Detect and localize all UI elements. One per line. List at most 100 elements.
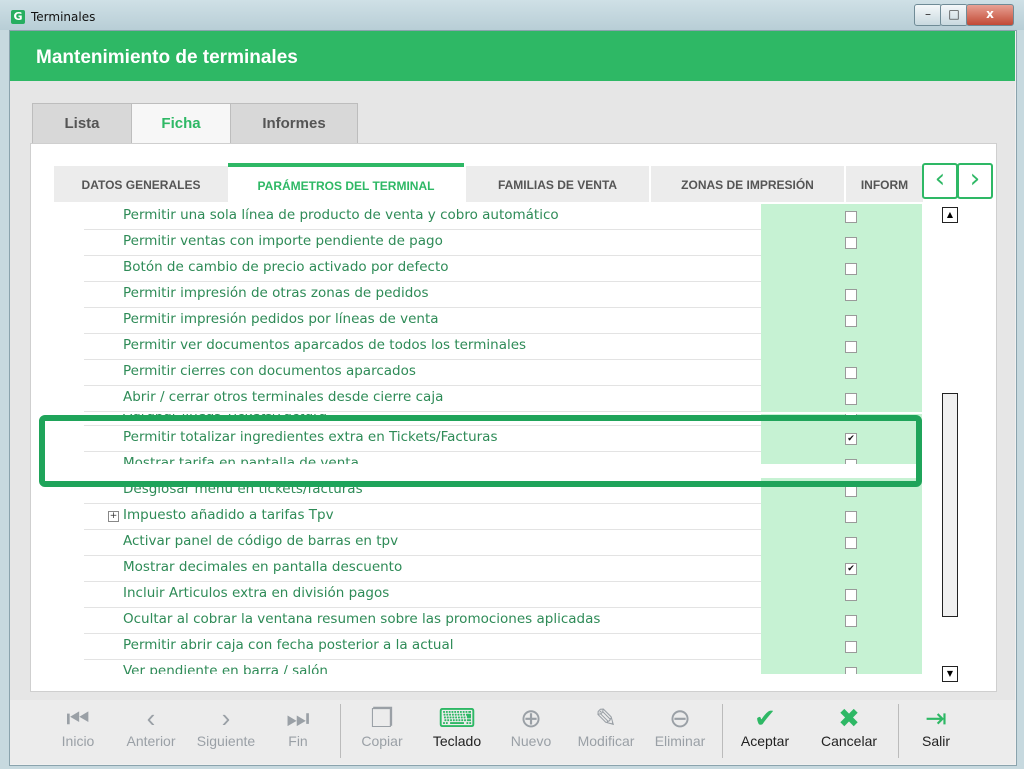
exit-icon: ⇥ bbox=[925, 703, 947, 733]
row-checkbox[interactable] bbox=[845, 341, 857, 353]
row-label: Ver pendiente en barra / salón bbox=[123, 663, 328, 679]
table-row: + Impuesto añadido a tarifas Tpv bbox=[84, 504, 922, 530]
row-label: Abrir / cerrar otros terminales desde ci… bbox=[123, 389, 444, 405]
row-checkbox[interactable] bbox=[845, 589, 857, 601]
row-label: Permitir ventas con importe pendiente de… bbox=[123, 233, 443, 249]
row-checkbox[interactable] bbox=[845, 263, 857, 275]
table-row: Permitir una sola línea de producto de v… bbox=[84, 204, 922, 230]
row-label: Activar panel de código de barras en tpv bbox=[123, 533, 399, 549]
copy-icon: ❐ bbox=[370, 703, 394, 733]
main-content: Lista Ficha Informes DATOS GENERALES PAR… bbox=[10, 81, 1015, 700]
subtab-familias-venta[interactable]: FAMILIAS DE VENTA bbox=[466, 166, 649, 202]
row-checkbox[interactable] bbox=[845, 511, 857, 523]
checkmark-icon: ✔ bbox=[754, 703, 776, 733]
subtab-next-icon[interactable]: › bbox=[957, 163, 993, 199]
row-checkbox[interactable] bbox=[845, 615, 857, 627]
subtab-zonas-impresion[interactable]: ZONAS DE IMPRESIÓN bbox=[651, 166, 844, 202]
page-title: Mantenimiento de terminales bbox=[36, 47, 298, 68]
edit-icon: ✎ bbox=[595, 703, 617, 733]
maximize-button[interactable]: □ bbox=[940, 4, 968, 26]
highlight-annotation bbox=[39, 415, 922, 487]
minimize-button[interactable]: – bbox=[914, 4, 942, 26]
row-checkbox[interactable] bbox=[845, 315, 857, 327]
window-title: Terminales bbox=[31, 10, 96, 24]
table-row: Permitir abrir caja con fecha posterior … bbox=[84, 634, 922, 660]
title-bar: G Terminales – □ x bbox=[0, 0, 1024, 30]
table-row: Botón de cambio de precio activado por d… bbox=[84, 256, 922, 282]
subtab-informes[interactable]: INFORM bbox=[846, 166, 923, 202]
copiar-button[interactable]: ❐ Copiar bbox=[350, 700, 414, 764]
row-label: Permitir impresión de otras zonas de ped… bbox=[123, 285, 429, 301]
close-button[interactable]: x bbox=[966, 4, 1014, 26]
fin-button[interactable]: ⏭ Fin bbox=[270, 700, 326, 764]
table-row: Permitir impresión pedidos por líneas de… bbox=[84, 308, 922, 334]
row-checkbox[interactable] bbox=[845, 393, 857, 405]
subtab-prev-icon[interactable]: ‹ bbox=[922, 163, 958, 199]
row-value-cell: ✔ bbox=[761, 556, 922, 582]
table-row: Abrir / cerrar otros terminales desde ci… bbox=[84, 386, 922, 412]
row-value-cell bbox=[761, 386, 922, 412]
row-value-cell bbox=[761, 582, 922, 608]
row-value-cell bbox=[761, 504, 922, 530]
scroll-up-icon[interactable]: ▲ bbox=[942, 207, 958, 223]
bottom-toolbar: ⏮ Inicio ‹ Anterior › Siguiente ⏭ Fin ❐ … bbox=[10, 700, 1015, 764]
table-row: Permitir ventas con importe pendiente de… bbox=[84, 230, 922, 256]
row-value-cell bbox=[761, 530, 922, 556]
tab-lista[interactable]: Lista bbox=[32, 103, 132, 144]
table-row: Activar panel de código de barras en tpv bbox=[84, 530, 922, 556]
siguiente-button[interactable]: › Siguiente bbox=[188, 700, 264, 764]
subtab-datos-generales[interactable]: DATOS GENERALES bbox=[54, 166, 228, 202]
row-checkbox[interactable] bbox=[845, 211, 857, 223]
aceptar-button[interactable]: ✔ Aceptar bbox=[732, 700, 798, 764]
eliminar-button[interactable]: ⊖ Eliminar bbox=[648, 700, 712, 764]
row-value-cell bbox=[761, 660, 922, 674]
page-header: Mantenimiento de terminales bbox=[10, 31, 1015, 81]
modificar-button[interactable]: ✎ Modificar bbox=[570, 700, 642, 764]
row-label: Permitir abrir caja con fecha posterior … bbox=[123, 637, 454, 653]
row-checkbox[interactable] bbox=[845, 667, 857, 674]
row-label: Incluir Articulos extra en división pago… bbox=[123, 585, 390, 601]
salir-button[interactable]: ⇥ Salir bbox=[912, 700, 960, 764]
row-value-cell bbox=[761, 608, 922, 634]
terminales-window: G Terminales – □ x Mantenimiento de term… bbox=[0, 0, 1024, 769]
scroll-down-icon[interactable]: ▼ bbox=[942, 666, 958, 682]
teclado-button[interactable]: ⌨ Teclado bbox=[424, 700, 490, 764]
table-row: Permitir ver documentos aparcados de tod… bbox=[84, 334, 922, 360]
row-checkbox[interactable] bbox=[845, 367, 857, 379]
cancelar-button[interactable]: ✖ Cancelar bbox=[814, 700, 884, 764]
row-checkbox[interactable] bbox=[845, 641, 857, 653]
next-record-icon: › bbox=[221, 703, 231, 733]
tab-ficha[interactable]: Ficha bbox=[131, 103, 231, 145]
row-label: Mostrar decimales en pantalla descuento bbox=[123, 559, 403, 575]
row-label: Permitir ver documentos aparcados de tod… bbox=[123, 337, 527, 353]
scrollbar-thumb[interactable] bbox=[942, 393, 958, 617]
row-value-cell bbox=[761, 256, 922, 282]
table-row: Ver pendiente en barra / salón bbox=[84, 660, 922, 679]
row-checkbox[interactable] bbox=[845, 289, 857, 301]
inicio-button[interactable]: ⏮ Inicio bbox=[46, 700, 110, 764]
add-icon: ⊕ bbox=[520, 703, 542, 733]
row-label: Botón de cambio de precio activado por d… bbox=[123, 259, 449, 275]
row-value-cell bbox=[761, 282, 922, 308]
row-value-cell bbox=[761, 230, 922, 256]
last-record-icon: ⏭ bbox=[286, 703, 310, 733]
app-logo-icon: G bbox=[11, 10, 25, 24]
expand-icon[interactable]: + bbox=[108, 511, 119, 522]
row-value-cell bbox=[761, 360, 922, 386]
nuevo-button[interactable]: ⊕ Nuevo bbox=[502, 700, 560, 764]
row-checkbox[interactable] bbox=[845, 537, 857, 549]
table-row: Permitir impresión de otras zonas de ped… bbox=[84, 282, 922, 308]
anterior-button[interactable]: ‹ Anterior bbox=[116, 700, 186, 764]
row-checkbox[interactable]: ✔ bbox=[845, 563, 857, 575]
table-row: Mostrar decimales en pantalla descuento ✔ bbox=[84, 556, 922, 582]
row-label: Ocultar al cobrar la ventana resumen sob… bbox=[123, 611, 601, 627]
toolbar-divider bbox=[898, 704, 899, 758]
row-checkbox[interactable] bbox=[845, 237, 857, 249]
row-label: Permitir impresión pedidos por líneas de… bbox=[123, 311, 439, 327]
row-value-cell bbox=[761, 204, 922, 230]
subtab-parametros-terminal[interactable]: PARÁMETROS DEL TERMINAL bbox=[228, 163, 464, 206]
table-row: Ocultar al cobrar la ventana resumen sob… bbox=[84, 608, 922, 634]
toolbar-divider bbox=[340, 704, 341, 758]
previous-record-icon: ‹ bbox=[146, 703, 156, 733]
tab-informes[interactable]: Informes bbox=[230, 103, 358, 144]
